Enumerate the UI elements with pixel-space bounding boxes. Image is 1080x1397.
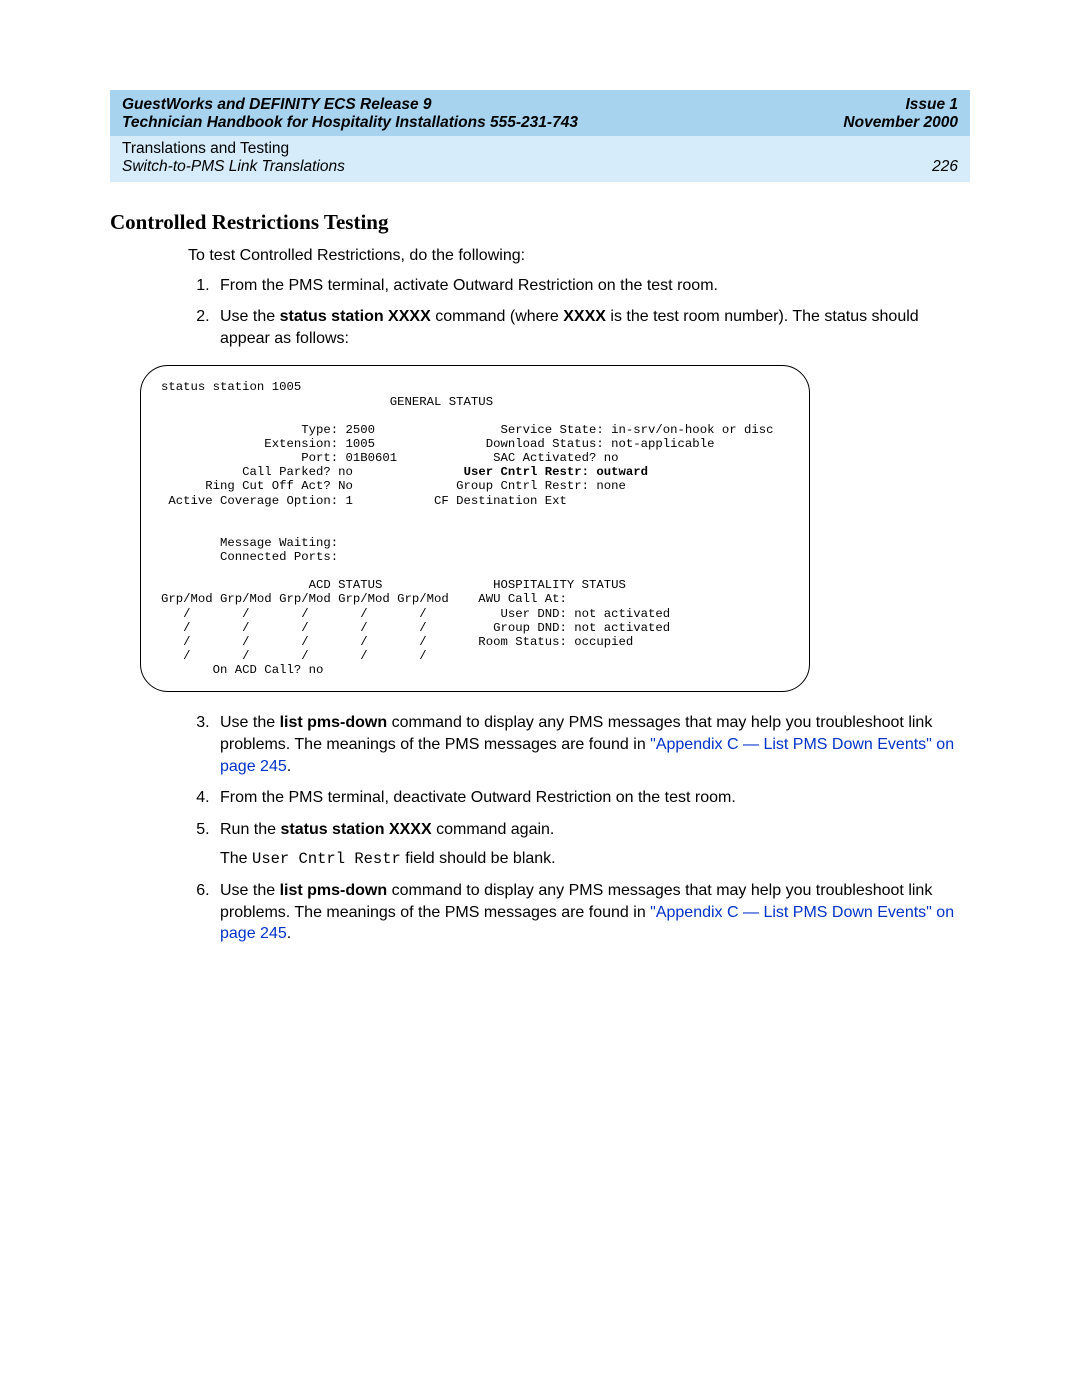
terminal-box: status station 1005 GENERAL STATUS Type:… <box>140 365 810 692</box>
step-2-cmd: status station XXXX <box>280 308 431 325</box>
term-line: / / / / / <box>161 649 427 663</box>
step-2: Use the status station XXXX command (whe… <box>214 306 970 349</box>
term-line: Port: 01B0601 SAC Activated? no <box>161 451 619 465</box>
terminal-box-wrap: status station 1005 GENERAL STATUS Type:… <box>140 365 810 692</box>
step-5-cmd: status station XXXX <box>280 821 431 838</box>
step-3-text-a: Use the <box>220 714 280 731</box>
term-line: / / / / / Group DND: not activated <box>161 621 670 635</box>
document-page: GuestWorks and DEFINITY ECS Release 9 Is… <box>0 0 1080 1045</box>
header-subtitle-text: Technician Handbook for Hospitality Inst… <box>122 114 490 131</box>
step-5-mono: User Cntrl Restr <box>252 850 401 868</box>
step-4: From the PMS terminal, deactivate Outwar… <box>214 787 970 809</box>
term-line: On ACD Call? no <box>161 663 323 677</box>
step-2-xxxx: XXXX <box>563 308 606 325</box>
header-subtitle-left: Technician Handbook for Hospitality Inst… <box>122 114 578 132</box>
step-3-cmd: list pms-down <box>280 714 388 731</box>
term-line: Call Parked? no <box>161 465 464 479</box>
step-3: Use the list pms-down command to display… <box>214 712 970 777</box>
step-2-text-a: Use the <box>220 308 280 325</box>
term-line: / / / / / Room Status: occupied <box>161 635 633 649</box>
term-line: Ring Cut Off Act? No Group Cntrl Restr: … <box>161 479 626 493</box>
header-row-1: GuestWorks and DEFINITY ECS Release 9 Is… <box>122 96 958 114</box>
step-5: Run the status station XXXX command agai… <box>214 819 970 871</box>
section-title: Controlled Restrictions Testing <box>110 210 970 235</box>
term-line: Extension: 1005 Download Status: not-app… <box>161 437 714 451</box>
step-5-line2-b: field should be blank. <box>401 850 556 867</box>
header-bar: GuestWorks and DEFINITY ECS Release 9 Is… <box>110 90 970 136</box>
term-line: Active Coverage Option: 1 CF Destination… <box>161 494 567 508</box>
term-line: Message Waiting: <box>161 536 338 550</box>
step-6-text-a: Use the <box>220 882 280 899</box>
term-line: Type: 2500 Service State: in-srv/on-hook… <box>161 423 774 437</box>
steps-list-top: From the PMS terminal, activate Outward … <box>188 275 970 350</box>
subheader-bar: Translations and Testing Switch-to-PMS L… <box>110 136 970 182</box>
step-3-end: . <box>287 758 291 775</box>
header-row-2: Technician Handbook for Hospitality Inst… <box>122 114 958 132</box>
term-line: GENERAL STATUS <box>161 395 493 409</box>
step-1: From the PMS terminal, activate Outward … <box>214 275 970 297</box>
section-path: Switch-to-PMS Link Translations <box>122 158 345 176</box>
step-2-text-c: command (where <box>431 308 564 325</box>
document-number: 555-231-743 <box>490 114 578 131</box>
header-title-left: GuestWorks and DEFINITY ECS Release 9 <box>122 96 432 114</box>
term-line-bold: User Cntrl Restr: outward <box>464 465 648 479</box>
term-line: ACD STATUS HOSPITALITY STATUS <box>161 578 626 592</box>
step-6-end: . <box>287 925 291 942</box>
step-6-cmd: list pms-down <box>280 882 388 899</box>
intro-text: To test Controlled Restrictions, do the … <box>188 245 960 267</box>
term-line: status station 1005 <box>161 380 301 394</box>
step-6: Use the list pms-down command to display… <box>214 880 970 945</box>
header-title-right: Issue 1 <box>905 96 958 114</box>
term-line: Grp/Mod Grp/Mod Grp/Mod Grp/Mod Grp/Mod … <box>161 592 567 606</box>
term-line: / / / / / User DND: not activated <box>161 607 670 621</box>
chapter-name: Translations and Testing <box>122 140 958 158</box>
step-5-line2: The User Cntrl Restr field should be bla… <box>220 848 970 870</box>
step-5-line2-a: The <box>220 850 252 867</box>
steps-list-bottom: Use the list pms-down command to display… <box>188 712 970 945</box>
term-line: Connected Ports: <box>161 550 338 564</box>
step-5-text-a: Run the <box>220 821 280 838</box>
page-number: 226 <box>932 158 958 176</box>
step-5-text-c: command again. <box>432 821 555 838</box>
header-date: November 2000 <box>843 114 958 132</box>
section-path-row: Switch-to-PMS Link Translations 226 <box>122 158 958 176</box>
